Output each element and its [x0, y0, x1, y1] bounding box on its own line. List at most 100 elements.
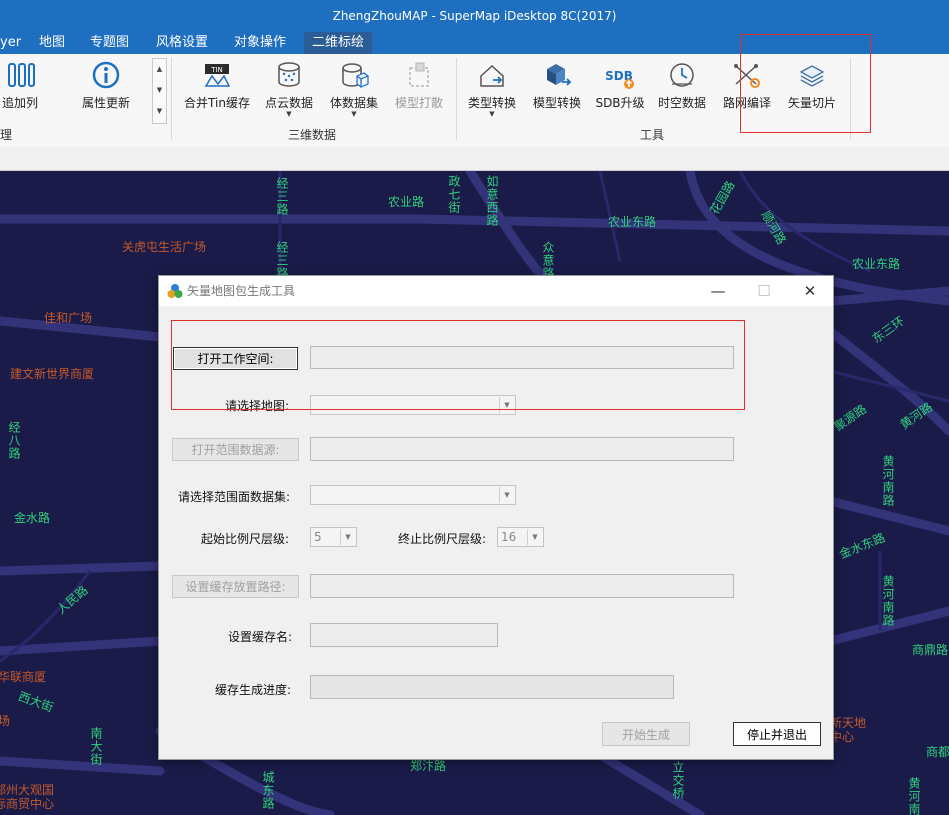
dialog-title-bar[interactable]: 矢量地图包生成工具 — ☐ ✕	[159, 276, 833, 306]
point-cloud-icon	[278, 62, 300, 87]
select-map-label: 请选择地图:	[225, 399, 290, 413]
sdb-upgrade-button[interactable]: SDB SDB升级	[593, 60, 647, 122]
map-select[interactable]: ▼	[310, 395, 516, 415]
road-network-compile-button[interactable]: 路网编译	[717, 60, 777, 122]
end-level-label: 终止比例尺层级:	[398, 532, 487, 546]
tab-object-operations[interactable]: 对象操作	[226, 32, 294, 54]
range-dataset-select[interactable]: ▼	[310, 485, 516, 505]
vector-tile-dialog: 矢量地图包生成工具 — ☐ ✕ 打开工作空间: 请选择地图: ▼ 打开范围数据源…	[158, 275, 834, 760]
road-label: 经三路	[275, 177, 289, 216]
model-explode-button[interactable]: 模型打散	[390, 60, 448, 122]
start-level-label: 起始比例尺层级:	[201, 532, 290, 546]
type-convert-button[interactable]: 类型转换 ▼	[462, 60, 522, 122]
attribute-update-button[interactable]: 属性更新	[76, 60, 136, 122]
merge-tin-label: 合并Tin缓存	[184, 96, 250, 110]
poi-label: 新天地中心	[830, 716, 867, 744]
road-label: 商都路	[926, 745, 949, 759]
model-convert-label: 模型转换	[532, 96, 581, 110]
chevron-down-icon: ▼	[499, 487, 514, 503]
spatiotemporal-label: 时空数据	[657, 96, 706, 110]
road-label: 南大街	[89, 727, 103, 766]
start-generate-button[interactable]: 开始生成	[602, 722, 690, 746]
end-level-select[interactable]: 16 ▼	[497, 527, 544, 547]
road-label: 黄河南路	[881, 575, 895, 627]
road-label: 经八路	[7, 421, 21, 460]
model-explode-icon	[409, 62, 429, 87]
vector-tile-label: 矢量切片	[787, 96, 836, 110]
dropdown-caret-icon: ▼	[351, 110, 357, 118]
add-column-label: 追加列	[1, 96, 38, 110]
road-label: 政七街	[447, 175, 461, 214]
poi-label: 郑州大观国际商贸中心	[0, 783, 55, 811]
range-datasource-field[interactable]	[310, 437, 734, 461]
volume-dataset-button[interactable]: 体数据集 ▼	[326, 60, 382, 122]
select-range-dataset-label: 请选择范围面数据集:	[178, 490, 291, 504]
volume-dataset-label: 体数据集	[329, 96, 378, 110]
road-label: 商鼎路	[912, 643, 949, 657]
close-button[interactable]: ✕	[787, 276, 833, 306]
tab-style-settings[interactable]: 风格设置	[148, 32, 216, 54]
menu-bar: yer 地图 专题图 风格设置 对象操作 二维标绘	[0, 32, 949, 54]
clock-icon	[670, 63, 694, 87]
open-range-datasource-button[interactable]: 打开范围数据源:	[172, 438, 299, 461]
tab-2d-plotting[interactable]: 二维标绘	[304, 32, 373, 54]
attribute-update-label: 属性更新	[81, 96, 130, 110]
group-separator	[850, 58, 851, 140]
tin-icon: TIN	[204, 64, 231, 87]
tab-layer-partial[interactable]: yer	[0, 32, 29, 54]
poi-label: 佳和广场	[44, 311, 93, 325]
window-title-bar: ZhengZhouMAP - SuperMap iDesktop 8C(2017…	[0, 0, 949, 32]
group-label-partial: 理	[0, 128, 13, 142]
spatiotemporal-data-button[interactable]: 时空数据	[653, 60, 711, 122]
scroll-down-icon[interactable]: ▼	[153, 80, 166, 101]
chevron-down-icon: ▼	[527, 529, 542, 545]
workspace-path-field[interactable]	[310, 346, 734, 369]
model-convert-button[interactable]: 模型转换	[528, 60, 586, 122]
scroll-up-icon[interactable]: ▲	[153, 59, 166, 80]
model-convert-icon	[547, 64, 572, 86]
set-cache-path-button[interactable]: 设置缓存放置路径:	[172, 575, 299, 598]
point-cloud-button[interactable]: 点云数据 ▼	[260, 60, 318, 122]
gallery-scroll[interactable]: ▲ ▼ ▼	[152, 58, 167, 124]
poi-label: 关虎屯生活广场	[122, 240, 207, 254]
road-label: 农业东路	[852, 257, 901, 271]
end-level-value: 16	[501, 530, 517, 544]
type-convert-icon	[480, 64, 504, 87]
columns-icon	[8, 63, 35, 87]
merge-tin-cache-button[interactable]: TIN 合并Tin缓存	[182, 60, 252, 122]
sdb-upgrade-icon: SDB	[605, 69, 634, 89]
minimize-button[interactable]: —	[695, 276, 741, 306]
dropdown-caret-icon: ▼	[489, 110, 495, 118]
open-workspace-button[interactable]: 打开工作空间:	[173, 347, 298, 370]
road-label: 农业东路	[608, 215, 657, 229]
stop-and-exit-button[interactable]: 停止并退出	[733, 722, 821, 746]
start-level-select[interactable]: 5 ▼	[310, 527, 357, 547]
vector-tile-button[interactable]: 矢量切片	[783, 60, 841, 122]
road-network-label: 路网编译	[722, 96, 771, 110]
tab-thematic-map[interactable]: 专题图	[82, 32, 137, 54]
volume-dataset-icon	[342, 63, 369, 89]
sdb-upgrade-label: SDB升级	[595, 96, 645, 110]
add-column-button[interactable]: 追加列	[0, 60, 40, 122]
svg-text:TIN: TIN	[210, 66, 223, 74]
progress-label: 缓存生成进度:	[215, 683, 292, 697]
road-network-icon	[734, 64, 760, 88]
cache-name-field[interactable]	[310, 623, 498, 647]
poi-label: 场	[0, 714, 11, 728]
road-label: 黄河南路	[907, 777, 921, 815]
road-label: 如意西路	[485, 175, 499, 227]
dropdown-caret-icon: ▼	[286, 110, 292, 118]
start-level-value: 5	[314, 530, 322, 544]
poi-label: 建文新世界商厦	[10, 367, 95, 381]
expand-icon[interactable]: ▼	[153, 101, 166, 122]
tab-map[interactable]: 地图	[31, 32, 73, 54]
point-cloud-label: 点云数据	[264, 96, 313, 110]
maximize-button[interactable]: ☐	[741, 276, 787, 306]
cache-path-field[interactable]	[310, 574, 734, 598]
road-label: 立交桥	[671, 761, 685, 800]
progress-bar	[310, 675, 674, 699]
group-separator	[171, 58, 172, 140]
window-title: ZhengZhouMAP - SuperMap iDesktop 8C(2017…	[332, 9, 617, 23]
road-label: 城东路	[261, 771, 275, 810]
cache-name-label: 设置缓存名:	[228, 630, 293, 644]
